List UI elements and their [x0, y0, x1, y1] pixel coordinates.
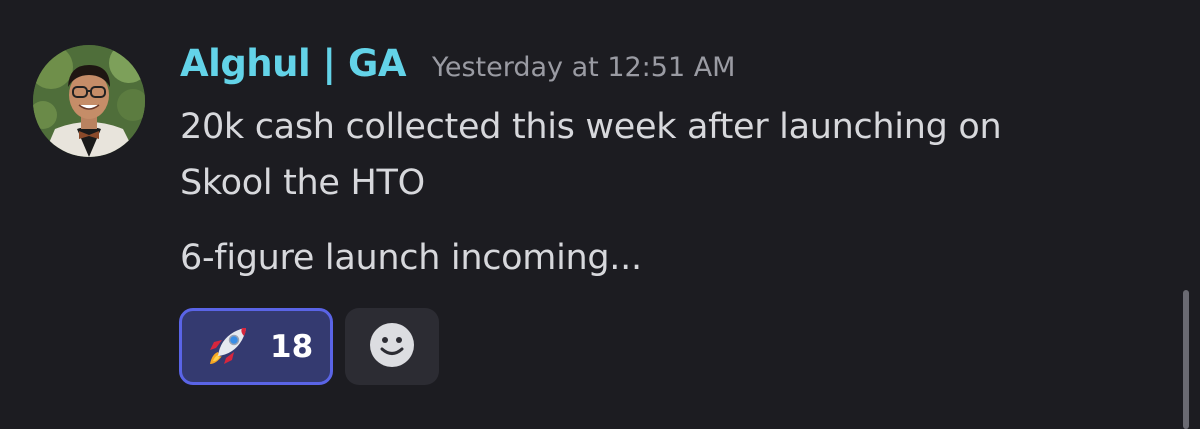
message-text-line: 20k cash collected this week after launc…	[180, 107, 1002, 147]
reaction-rocket-button[interactable]: 18	[179, 308, 333, 385]
reaction-count: 18	[270, 328, 314, 365]
smiley-face-icon	[369, 322, 415, 372]
rocket-icon	[204, 324, 250, 370]
scrollbar[interactable]	[1183, 290, 1189, 429]
avatar[interactable]	[33, 45, 145, 157]
chat-message: Alghul | GA Yesterday at 12:51 AM 20k ca…	[0, 0, 1200, 429]
timestamp[interactable]: Yesterday at 12:51 AM	[432, 52, 736, 83]
username[interactable]: Alghul | GA	[180, 42, 406, 85]
add-reaction-button[interactable]	[345, 308, 439, 385]
avatar-photo	[33, 45, 145, 157]
message-header: Alghul | GA Yesterday at 12:51 AM	[180, 42, 735, 92]
message-text-line: Skool the HTO	[180, 163, 425, 203]
message-text-line: 6-figure launch incoming...	[180, 238, 642, 278]
